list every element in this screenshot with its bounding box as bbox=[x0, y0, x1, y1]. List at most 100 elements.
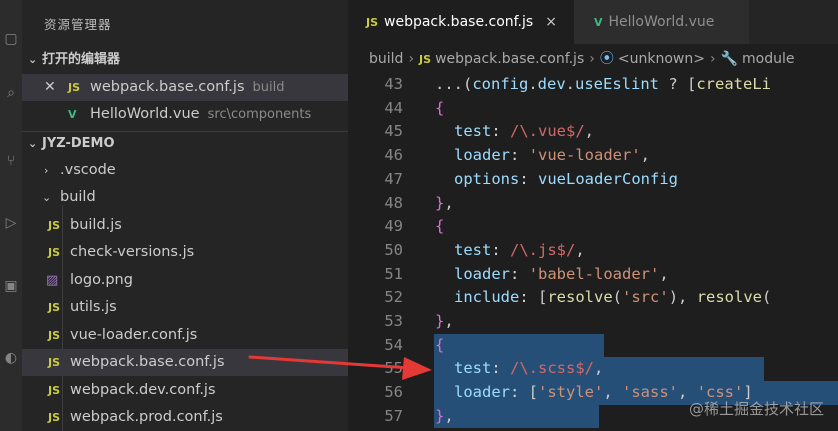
tree-file[interactable]: JS webpack.dev.conf.js bbox=[22, 377, 348, 404]
code-line[interactable]: 47 options: vueLoaderConfig bbox=[348, 168, 838, 192]
tab-label: HelloWorld.vue bbox=[608, 14, 715, 30]
file-name: webpack.dev.conf.js bbox=[70, 382, 216, 398]
explorer-icon[interactable]: ▢ bbox=[0, 28, 22, 50]
activity-bar: ▢ ⌕ ⑂ ▷ ▣ ◐ bbox=[0, 0, 22, 431]
open-editor-item[interactable]: V HelloWorld.vue src\components bbox=[22, 101, 348, 128]
line-number: 44 bbox=[384, 98, 403, 117]
code-line[interactable]: 52 include: [resolve('src'), resolve( bbox=[348, 286, 838, 310]
line-number: 56 bbox=[384, 383, 403, 402]
line-number: 43 bbox=[384, 75, 403, 93]
breadcrumb-symbol[interactable]: <unknown> bbox=[618, 51, 705, 67]
tree-file[interactable]: JS webpack.prod.conf.js bbox=[22, 404, 348, 431]
tree-file[interactable]: JS build.js bbox=[22, 212, 348, 239]
run-debug-icon[interactable]: ▷ bbox=[0, 212, 22, 234]
tree-file[interactable]: JS utils.js bbox=[22, 294, 348, 321]
watermark: @稀土掘金技术社区 bbox=[688, 400, 824, 418]
code-editor[interactable]: 43 ...(config.dev.useEslint ? [createLi 44… bbox=[348, 74, 838, 431]
code-line[interactable]: 53}, bbox=[348, 310, 838, 334]
open-editors-label: 打开的编辑器 bbox=[42, 52, 121, 67]
chevron-right-icon: › bbox=[44, 164, 49, 177]
open-editor-name: webpack.base.conf.js bbox=[90, 79, 245, 95]
code-line[interactable]: 44 { bbox=[348, 97, 838, 121]
chevron-down-icon: ⌄ bbox=[28, 137, 38, 150]
sidebar-title: 资源管理器 bbox=[44, 17, 112, 32]
search-icon[interactable]: ⌕ bbox=[0, 82, 22, 104]
open-editor-name: HelloWorld.vue bbox=[90, 106, 200, 122]
tree-file[interactable]: ▨ logo.png bbox=[22, 267, 348, 294]
folder-name: .vscode bbox=[60, 162, 116, 178]
file-name: vue-loader.conf.js bbox=[70, 327, 198, 343]
extensions-icon[interactable]: ▣ bbox=[0, 275, 22, 297]
code-line[interactable]: 45 test: /\.vue$/, bbox=[348, 120, 838, 144]
code-text: { bbox=[435, 217, 445, 236]
image-file-icon: ▨ bbox=[46, 273, 59, 288]
open-editors-header[interactable]: ⌄ 打开的编辑器 bbox=[22, 48, 348, 72]
remote-icon[interactable]: ◐ bbox=[0, 347, 22, 369]
tree-folder-build[interactable]: ⌄ build bbox=[22, 184, 348, 211]
file-name: utils.js bbox=[70, 299, 117, 315]
selection-highlight bbox=[434, 404, 599, 429]
code-line[interactable]: 55 test: /\.scss$/, bbox=[348, 357, 838, 382]
line-number: 53 bbox=[384, 312, 403, 330]
code-line[interactable]: 48}, bbox=[348, 192, 838, 216]
breadcrumb-file[interactable]: webpack.base.conf.js bbox=[435, 51, 584, 67]
code-text: include: [resolve('src'), resolve( bbox=[454, 288, 772, 307]
wrench-icon: 🔧 bbox=[720, 51, 738, 67]
breadcrumb: build › JS webpack.base.conf.js › ⦿ <unknown> ›… bbox=[348, 44, 838, 74]
line-number: 49 bbox=[384, 217, 403, 236]
js-file-icon: JS bbox=[366, 16, 379, 29]
tree-file-selected[interactable]: JS webpack.base.conf.js bbox=[22, 349, 348, 376]
code-text: loader: 'babel-loader', bbox=[454, 264, 669, 283]
code-text: test: /\.js$/, bbox=[454, 240, 585, 259]
folder-name: build bbox=[60, 189, 96, 205]
js-file-icon: JS bbox=[48, 384, 61, 397]
line-number: 48 bbox=[384, 193, 403, 212]
tree-folder-vscode[interactable]: › .vscode bbox=[22, 157, 348, 184]
breadcrumb-module[interactable]: module bbox=[742, 51, 794, 67]
file-name: webpack.base.conf.js bbox=[70, 354, 225, 370]
line-number: 55 bbox=[384, 359, 403, 378]
chevron-right-icon: › bbox=[589, 51, 595, 67]
selection-highlight bbox=[434, 333, 604, 358]
code-text: }, bbox=[435, 312, 454, 330]
code-line[interactable]: 51 loader: 'babel-loader', bbox=[348, 263, 838, 287]
close-icon[interactable]: × bbox=[545, 14, 557, 30]
code-line[interactable]: 50 test: /\.js$/, bbox=[348, 239, 838, 263]
code-text: }, bbox=[435, 406, 454, 425]
code-line[interactable]: 43 ...(config.dev.useEslint ? [createLi bbox=[348, 74, 838, 97]
tree-file[interactable]: JS vue-loader.conf.js bbox=[22, 322, 348, 349]
code-text: options: vueLoaderConfig bbox=[454, 169, 678, 188]
tab-webpack-base-conf[interactable]: JS webpack.base.conf.js × bbox=[348, 0, 574, 44]
line-number: 46 bbox=[384, 146, 403, 165]
code-text: test: /\.scss$/, bbox=[454, 359, 604, 378]
chevron-down-icon: ⌄ bbox=[28, 53, 38, 66]
tree-file[interactable]: JS check-versions.js bbox=[22, 239, 348, 266]
close-icon[interactable]: ✕ bbox=[44, 74, 56, 101]
chevron-right-icon: › bbox=[408, 51, 415, 67]
symbol-icon: ⦿ bbox=[599, 51, 614, 67]
breadcrumb-folder[interactable]: build bbox=[369, 51, 403, 67]
tab-helloworld-vue[interactable]: V HelloWorld.vue bbox=[574, 0, 749, 44]
explorer-sidebar: 资源管理器 ⌄ 打开的编辑器 ✕ JS webpack.base.conf.js b… bbox=[22, 0, 348, 431]
chevron-right-icon: › bbox=[709, 51, 716, 67]
tab-label: webpack.base.conf.js bbox=[384, 14, 534, 30]
js-file-icon: JS bbox=[48, 219, 61, 232]
code-line[interactable]: 49 { bbox=[348, 215, 838, 239]
project-header[interactable]: ⌄ JYZ-DEMO bbox=[22, 131, 348, 156]
code-line[interactable]: 54 { bbox=[348, 333, 838, 358]
line-number: 47 bbox=[384, 169, 403, 188]
js-file-icon: JS bbox=[48, 356, 61, 369]
code-text: { bbox=[435, 98, 445, 117]
js-file-icon: JS bbox=[48, 329, 61, 342]
code-line[interactable]: 46 loader: 'vue-loader', bbox=[348, 144, 838, 168]
line-number: 52 bbox=[384, 288, 403, 307]
open-editor-item[interactable]: ✕ JS webpack.base.conf.js build bbox=[22, 74, 348, 101]
chevron-down-icon: ⌄ bbox=[42, 191, 52, 204]
js-file-icon: JS bbox=[68, 81, 81, 94]
code-text: { bbox=[435, 335, 445, 354]
code-text: test: /\.vue$/, bbox=[454, 122, 595, 141]
js-file-icon: JS bbox=[419, 53, 432, 66]
source-control-icon[interactable]: ⑂ bbox=[0, 150, 22, 172]
vue-file-icon: V bbox=[594, 16, 603, 29]
code-text: ...(config.dev.useEslint ? [createLi bbox=[435, 75, 771, 93]
